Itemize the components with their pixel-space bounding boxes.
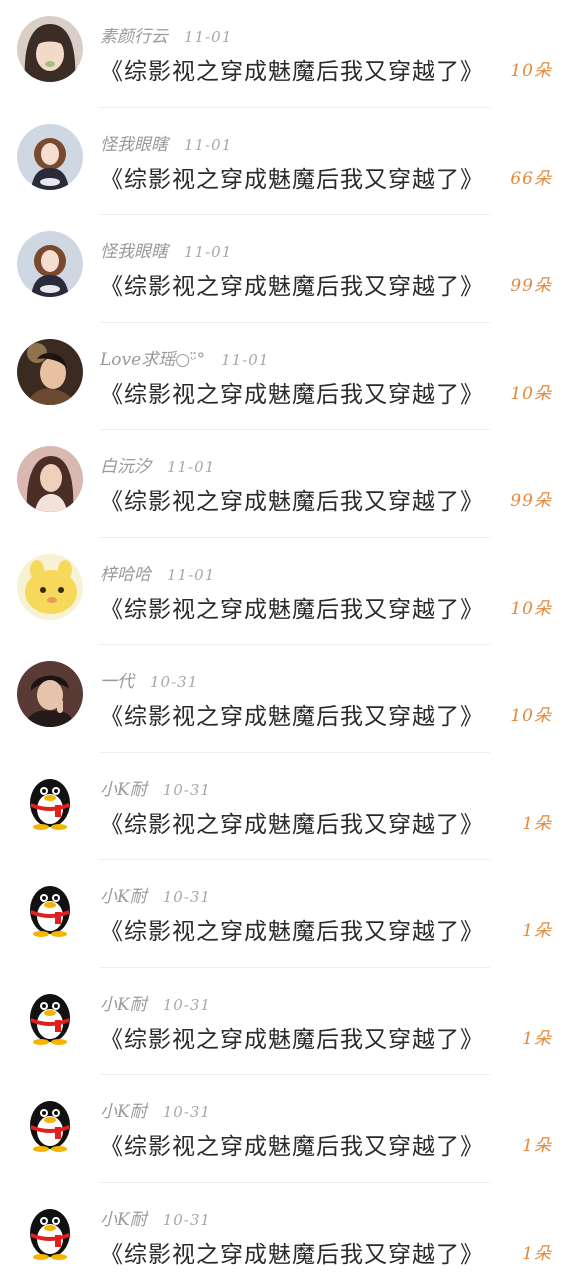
list-item[interactable]: Love求瑶○ᵕ̈° 11-01 《综影视之穿成魅魔后我又穿越了》 10朵: [0, 323, 572, 430]
sender-name-line: 白沅汐 11-01: [100, 452, 216, 477]
penguin-icon: [17, 1091, 83, 1157]
flower-count: 66朵: [510, 168, 552, 189]
book-title: 《综影视之穿成魅魔后我又穿越了》: [100, 1026, 484, 1053]
woman-photo-icon: [17, 446, 83, 512]
sender-name: 素颜行云: [100, 27, 168, 47]
book-title: 《综影视之穿成魅魔后我又穿越了》: [100, 274, 484, 300]
gift-date: 10-31: [162, 1103, 211, 1121]
avatar[interactable]: [17, 123, 83, 190]
list-item[interactable]: 小K耐 10-31 《综影视之穿成魅魔后我又穿越了》 1朵: [0, 1183, 572, 1280]
flower-count: 10朵: [510, 706, 552, 726]
avatar[interactable]: [17, 1198, 83, 1265]
sender-name: 梓哈哈: [100, 564, 151, 585]
book-title: 《综影视之穿成魅魔后我又穿越了》: [100, 704, 484, 730]
list-item[interactable]: 小K耐 10-31 《综影视之穿成魅魔后我又穿越了》 1朵: [0, 1075, 572, 1183]
avatar[interactable]: [17, 768, 83, 835]
gift-record-list: 素颜行云 11-01 《综影视之穿成魅魔后我又穿越了》 10朵 怪我眼瞎 11-01…: [0, 0, 572, 1280]
avatar[interactable]: [17, 661, 83, 727]
sender-name-line: 怪我眼瞎 11-01: [100, 130, 233, 155]
flower-count: 10朵: [510, 383, 552, 404]
flower-count: 10朵: [510, 598, 552, 619]
book-title: 《综影视之穿成魅魔后我又穿越了》: [100, 596, 484, 623]
book-title: 《综影视之穿成魅魔后我又穿越了》: [100, 489, 484, 515]
list-item[interactable]: 梓哈哈 11-01 《综影视之穿成魅魔后我又穿越了》 10朵: [0, 538, 572, 645]
avatar[interactable]: [17, 16, 83, 82]
list-item[interactable]: 小K耐 10-31 《综影视之穿成魅魔后我又穿越了》 1朵: [0, 860, 572, 968]
gift-date: 11-01: [184, 28, 233, 46]
woman-photo-icon: [17, 338, 83, 405]
sender-name-line: 小K耐 10-31: [100, 775, 211, 800]
avatar[interactable]: [17, 231, 83, 297]
sender-name: 怪我眼瞎: [100, 134, 168, 155]
gift-date: 11-01: [167, 565, 216, 584]
sender-name: 小K耐: [100, 1209, 147, 1230]
avatar[interactable]: [17, 876, 83, 942]
avatar[interactable]: [17, 983, 83, 1050]
sender-name-line: 素颜行云 11-01: [100, 22, 233, 47]
list-item[interactable]: 白沅汐 11-01 《综影视之穿成魅魔后我又穿越了》 99朵: [0, 430, 572, 538]
avatar[interactable]: [17, 553, 83, 620]
girl-portrait-icon: [17, 16, 83, 82]
flower-count: 1朵: [522, 813, 552, 834]
sender-name: 怪我眼瞎: [100, 242, 168, 262]
avatar[interactable]: [17, 338, 83, 405]
gift-date: 11-01: [184, 135, 233, 154]
gift-date: 10-31: [162, 1210, 211, 1229]
flower-count: 1朵: [522, 1243, 552, 1264]
man-portrait-icon: [17, 661, 83, 727]
penguin-icon: [17, 768, 83, 835]
gift-date: 11-01: [184, 243, 233, 261]
sender-name-line: 小K耐 10-31: [100, 1097, 211, 1122]
flower-count: 10朵: [510, 61, 552, 81]
sender-name: 小K耐: [100, 887, 147, 907]
sender-name: 小K耐: [100, 994, 147, 1015]
book-title: 《综影视之穿成魅魔后我又穿越了》: [100, 919, 484, 945]
book-title: 《综影视之穿成魅魔后我又穿越了》: [100, 1134, 484, 1160]
penguin-icon: [17, 983, 83, 1050]
sender-name-line: 怪我眼瞎 11-01: [100, 237, 233, 262]
sender-name: 小K耐: [100, 779, 147, 800]
list-item[interactable]: 一代 10-31 《综影视之穿成魅魔后我又穿越了》 10朵: [0, 645, 572, 753]
book-title: 《综影视之穿成魅魔后我又穿越了》: [100, 59, 484, 85]
sender-name: Love求瑶○ᵕ̈°: [100, 349, 206, 370]
list-item[interactable]: 素颜行云 11-01 《综影视之穿成魅魔后我又穿越了》 10朵: [0, 0, 572, 108]
anime-girl-icon: [17, 231, 83, 297]
anime-girl-icon: [17, 123, 83, 190]
flower-count: 99朵: [510, 276, 552, 296]
book-title: 《综影视之穿成魅魔后我又穿越了》: [100, 381, 484, 408]
flower-count: 1朵: [522, 1136, 552, 1156]
list-item[interactable]: 小K耐 10-31 《综影视之穿成魅魔后我又穿越了》 1朵: [0, 753, 572, 860]
sender-name-line: Love求瑶○ᵕ̈° 11-01: [100, 345, 270, 370]
book-title: 《综影视之穿成魅魔后我又穿越了》: [100, 166, 484, 193]
sender-name-line: 一代 10-31: [100, 667, 199, 692]
book-title: 《综影视之穿成魅魔后我又穿越了》: [100, 811, 484, 838]
yellow-cartoon-icon: [17, 553, 83, 620]
sender-name-line: 小K耐 10-31: [100, 882, 211, 907]
sender-name: 小K耐: [100, 1102, 147, 1122]
flower-count: 1朵: [522, 921, 552, 941]
list-item[interactable]: 怪我眼瞎 11-01 《综影视之穿成魅魔后我又穿越了》 99朵: [0, 215, 572, 323]
avatar[interactable]: [17, 446, 83, 512]
flower-count: 99朵: [510, 491, 552, 511]
list-item[interactable]: 怪我眼瞎 11-01 《综影视之穿成魅魔后我又穿越了》 66朵: [0, 108, 572, 215]
sender-name-line: 小K耐 10-31: [100, 1205, 211, 1230]
penguin-icon: [17, 1198, 83, 1265]
avatar[interactable]: [17, 1091, 83, 1157]
gift-date: 11-01: [167, 458, 216, 476]
book-title: 《综影视之穿成魅魔后我又穿越了》: [100, 1241, 484, 1268]
gift-date: 10-31: [162, 995, 211, 1014]
sender-name-line: 小K耐 10-31: [100, 990, 211, 1015]
sender-name-line: 梓哈哈 11-01: [100, 560, 216, 585]
gift-date: 10-31: [162, 780, 211, 799]
list-item[interactable]: 小K耐 10-31 《综影视之穿成魅魔后我又穿越了》 1朵: [0, 968, 572, 1075]
gift-date: 10-31: [150, 673, 199, 691]
sender-name: 白沅汐: [100, 457, 151, 477]
gift-date: 11-01: [221, 350, 270, 369]
gift-date: 10-31: [162, 888, 211, 906]
sender-name: 一代: [100, 672, 134, 692]
penguin-icon: [17, 876, 83, 942]
flower-count: 1朵: [522, 1028, 552, 1049]
